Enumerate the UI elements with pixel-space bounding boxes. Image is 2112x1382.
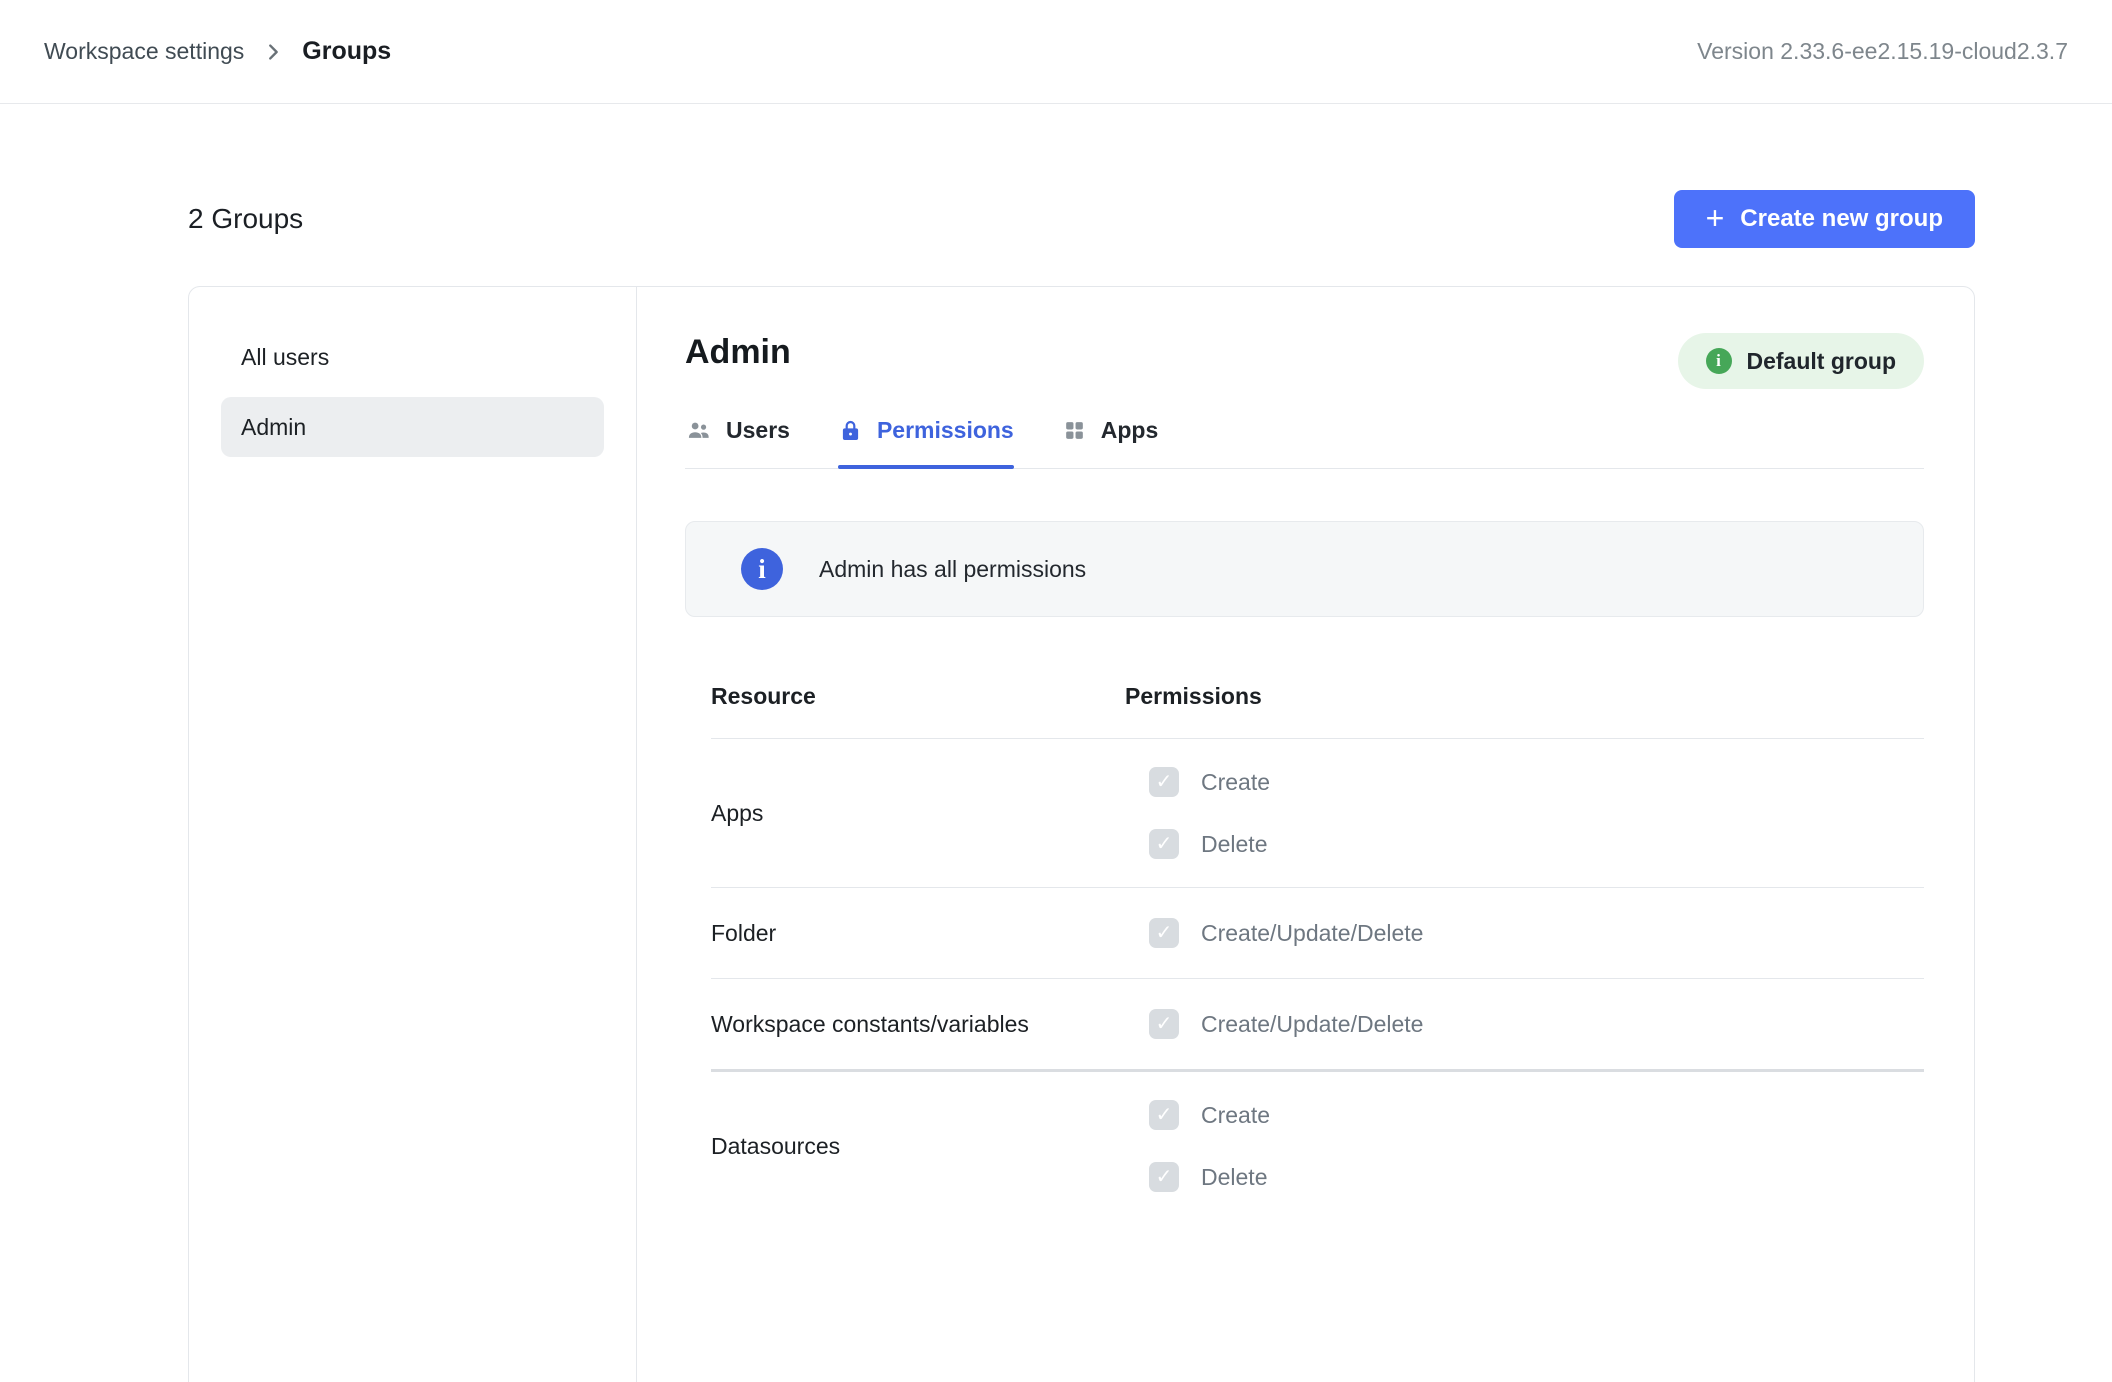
datasources-create-checkbox[interactable]: ✓ — [1149, 1100, 1179, 1130]
default-group-badge: i Default group — [1678, 333, 1925, 389]
permissions-info-banner: i Admin has all permissions — [685, 521, 1924, 617]
check-icon: ✓ — [1156, 1105, 1173, 1125]
permissions-info-text: Admin has all permissions — [819, 556, 1086, 583]
permission-line: ✓ Create/Update/Delete — [1149, 910, 1423, 956]
tab-permissions-label: Permissions — [877, 417, 1014, 444]
panel-header: Admin i Default group — [685, 333, 1924, 389]
permission-label: Create/Update/Delete — [1201, 1011, 1423, 1038]
plus-icon: + — [1706, 202, 1725, 234]
permission-line: ✓ Delete — [1149, 1154, 1270, 1200]
resource-label: Folder — [711, 920, 1125, 947]
folder-cud-checkbox[interactable]: ✓ — [1149, 918, 1179, 948]
permission-line: ✓ Create — [1149, 759, 1270, 805]
info-circle-icon: i — [1706, 348, 1732, 374]
table-row-workspace-constants: Workspace constants/variables ✓ Create/U… — [711, 979, 1924, 1072]
group-tabs: Users Permissions — [685, 417, 1924, 469]
apps-grid-icon — [1062, 418, 1087, 443]
table-row-folder: Folder ✓ Create/Update/Delete — [711, 888, 1924, 979]
resource-label: Apps — [711, 800, 1125, 827]
permissions-column-header: Permissions — [1125, 683, 1262, 710]
table-row-datasources: Datasources ✓ Create ✓ Delete — [711, 1072, 1924, 1220]
workspace-constants-cud-checkbox[interactable]: ✓ — [1149, 1009, 1179, 1039]
permission-group: ✓ Create/Update/Delete — [1125, 910, 1423, 956]
permission-label: Create/Update/Delete — [1201, 920, 1423, 947]
group-list-sidebar: All users Admin — [189, 287, 637, 1382]
permission-group: ✓ Create/Update/Delete — [1125, 1001, 1423, 1047]
permission-line: ✓ Create/Update/Delete — [1149, 1001, 1423, 1047]
apps-delete-checkbox[interactable]: ✓ — [1149, 829, 1179, 859]
users-icon — [685, 417, 712, 444]
groups-toolbar: 2 Groups + Create new group — [188, 190, 1975, 248]
permissions-table: Resource Permissions Apps ✓ Create ✓ Del… — [685, 641, 1924, 1220]
table-row-apps: Apps ✓ Create ✓ Delete — [711, 739, 1924, 888]
breadcrumb-workspace-settings[interactable]: Workspace settings — [44, 38, 244, 65]
permission-group: ✓ Create ✓ Delete — [1125, 759, 1270, 867]
tab-users-label: Users — [726, 417, 790, 444]
permission-label: Create — [1201, 769, 1270, 796]
version-label: Version 2.33.6-ee2.15.19-cloud2.3.7 — [1697, 38, 2068, 65]
breadcrumb-current-groups: Groups — [302, 37, 391, 66]
group-item-label: Admin — [241, 414, 306, 441]
breadcrumb: Workspace settings Groups — [44, 37, 391, 66]
tab-apps-label: Apps — [1101, 417, 1159, 444]
group-item-all-users[interactable]: All users — [221, 327, 604, 387]
chevron-right-icon — [262, 41, 284, 63]
permission-group: ✓ Create ✓ Delete — [1125, 1092, 1270, 1200]
group-detail-panel: Admin i Default group Users — [637, 287, 1974, 1382]
check-icon: ✓ — [1156, 1014, 1173, 1034]
check-icon: ✓ — [1156, 772, 1173, 792]
resource-label: Workspace constants/variables — [711, 1011, 1125, 1038]
groups-count-label: 2 Groups — [188, 203, 303, 235]
permission-label: Delete — [1201, 831, 1267, 858]
default-group-badge-label: Default group — [1747, 348, 1897, 375]
permissions-table-header: Resource Permissions — [711, 641, 1924, 739]
tab-users[interactable]: Users — [685, 417, 790, 468]
apps-create-checkbox[interactable]: ✓ — [1149, 767, 1179, 797]
create-new-group-button[interactable]: + Create new group — [1674, 190, 1975, 248]
permission-label: Delete — [1201, 1164, 1267, 1191]
permission-line: ✓ Create — [1149, 1092, 1270, 1138]
resource-label: Datasources — [711, 1133, 1125, 1160]
lock-icon — [838, 418, 863, 443]
check-icon: ✓ — [1156, 1167, 1173, 1187]
create-new-group-label: Create new group — [1740, 205, 1943, 233]
permission-label: Create — [1201, 1102, 1270, 1129]
groups-card: All users Admin Admin i Default group — [188, 286, 1975, 1382]
datasources-delete-checkbox[interactable]: ✓ — [1149, 1162, 1179, 1192]
top-header: Workspace settings Groups Version 2.33.6… — [0, 0, 2112, 104]
group-item-label: All users — [241, 344, 329, 371]
group-title: Admin — [685, 333, 791, 372]
permission-line: ✓ Delete — [1149, 821, 1270, 867]
info-icon: i — [741, 548, 783, 590]
group-item-admin[interactable]: Admin — [221, 397, 604, 457]
check-icon: ✓ — [1156, 923, 1173, 943]
check-icon: ✓ — [1156, 834, 1173, 854]
resource-column-header: Resource — [711, 683, 1125, 710]
tab-permissions[interactable]: Permissions — [838, 417, 1014, 468]
tab-apps[interactable]: Apps — [1062, 417, 1159, 468]
